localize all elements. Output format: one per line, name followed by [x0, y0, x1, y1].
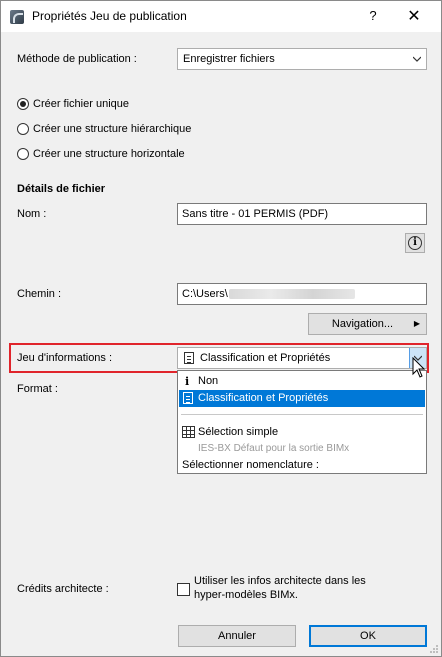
cancel-button[interactable]: Annuler	[178, 625, 296, 647]
architect-credits-label: Crédits architecte :	[17, 583, 109, 595]
radio-flat-structure[interactable]: Créer une structure horizontale	[17, 147, 185, 161]
architect-info-checkbox[interactable]	[177, 583, 190, 596]
radio-hierarchical-structure[interactable]: Créer une structure hiérarchique	[17, 122, 191, 136]
publish-method-value: Enregistrer fichiers	[183, 53, 275, 65]
dropdown-item-simple-selection[interactable]: Sélection simple	[179, 424, 425, 441]
chevron-down-icon	[413, 56, 421, 62]
publish-set-properties-dialog: Propriétés Jeu de publication ? ✕ Méthod…	[0, 0, 442, 657]
publish-method-label: Méthode de publication :	[17, 53, 137, 65]
help-button[interactable]: ?	[366, 8, 380, 24]
title-bar[interactable]: Propriétés Jeu de publication ? ✕	[1, 1, 441, 32]
archicad-app-icon	[10, 10, 24, 24]
ok-label: OK	[360, 630, 376, 642]
radio-label: Créer fichier unique	[33, 98, 129, 110]
radio-label: Créer une structure horizontale	[33, 148, 185, 160]
document-icon	[183, 392, 193, 404]
dropdown-item-classification[interactable]: Classification et Propriétés	[179, 390, 425, 407]
triangle-right-icon: ▶	[413, 319, 420, 328]
dropdown-item-label: Sélection simple	[198, 426, 279, 438]
resize-grip-icon[interactable]	[429, 644, 439, 654]
dropdown-item-label: Sélectionner nomenclature :	[182, 459, 319, 471]
window-title: Propriétés Jeu de publication	[32, 9, 187, 23]
path-label: Chemin :	[17, 288, 62, 300]
dropdown-separator	[181, 414, 423, 415]
cancel-label: Annuler	[218, 630, 256, 642]
radio-indicator	[17, 123, 29, 135]
grid-icon	[182, 426, 195, 438]
browse-label: Navigation...	[331, 318, 394, 330]
radio-indicator	[17, 148, 29, 160]
mouse-cursor-icon	[412, 357, 426, 378]
browse-button[interactable]: Navigation... ▶	[308, 313, 427, 335]
info-set-value: Classification et Propriétés	[200, 352, 331, 364]
info-set-select[interactable]: Classification et Propriétés	[177, 347, 427, 369]
dropdown-item-ies-bx-default: IES-BX Défaut pour la sortie BIMx	[179, 441, 425, 458]
path-value: C:\Users\	[182, 288, 355, 300]
dropdown-item-non[interactable]: i Non	[179, 373, 425, 390]
name-value: Sans titre - 01 PERMIS (PDF)	[182, 208, 329, 220]
name-label: Nom :	[17, 208, 47, 220]
dropdown-item-select-schedule[interactable]: Sélectionner nomenclature :	[179, 457, 425, 474]
architect-checkbox-line1: Utiliser les infos architecte dans les	[194, 575, 366, 587]
format-label: Format :	[17, 383, 58, 395]
architect-checkbox-line2: hyper-modèles BIMx.	[194, 589, 298, 601]
dialog-content: Méthode de publication : Enregistrer fic…	[1, 32, 441, 656]
document-icon	[184, 352, 194, 364]
info-set-label: Jeu d'informations :	[17, 352, 113, 364]
radio-label: Créer une structure hiérarchique	[33, 123, 192, 135]
dropdown-item-label: IES-BX Défaut pour la sortie BIMx	[198, 443, 350, 454]
close-button[interactable]: ✕	[406, 6, 422, 25]
info-set-dropdown-list: i Non Classification et Propriétés Sélec…	[177, 370, 427, 474]
path-input[interactable]: C:\Users\	[177, 283, 427, 305]
ok-button[interactable]: OK	[309, 625, 427, 647]
radio-single-file[interactable]: Créer fichier unique	[17, 97, 129, 111]
info-button[interactable]: i	[405, 233, 425, 253]
info-icon: i	[185, 375, 190, 388]
redacted-username	[228, 289, 355, 300]
file-details-heading: Détails de fichier	[17, 183, 106, 195]
info-icon: i	[408, 236, 422, 250]
dropdown-item-label: Non	[198, 375, 219, 387]
name-input[interactable]: Sans titre - 01 PERMIS (PDF)	[177, 203, 427, 225]
radio-indicator	[17, 98, 29, 110]
dropdown-item-label: Classification et Propriétés	[198, 392, 329, 404]
publish-method-select[interactable]: Enregistrer fichiers	[177, 48, 427, 70]
